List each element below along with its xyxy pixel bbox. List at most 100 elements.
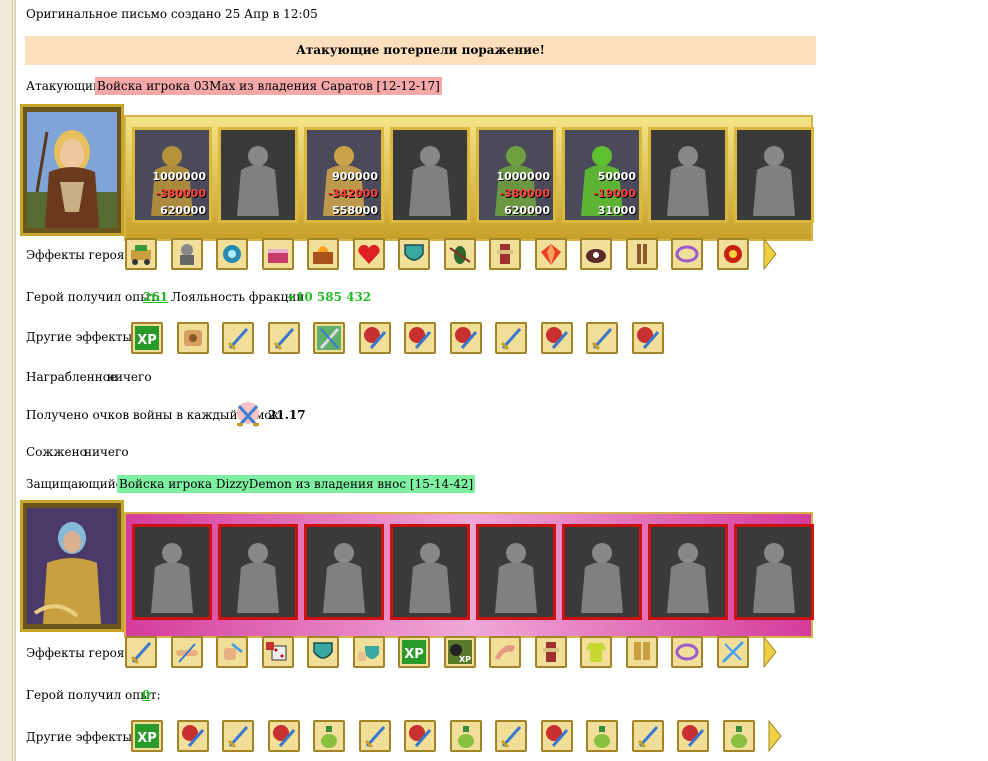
sword-icon[interactable] — [495, 322, 527, 354]
unit-dead-icon — [737, 130, 811, 220]
armor-icon[interactable] — [580, 636, 612, 668]
army-slot[interactable] — [390, 127, 470, 223]
sword-icon[interactable] — [267, 322, 300, 354]
mechanism-icon[interactable] — [216, 238, 248, 270]
attacker-xp-value[interactable]: 261 — [143, 290, 168, 304]
fire-ring-icon[interactable] — [716, 238, 749, 270]
sword-icon[interactable] — [586, 322, 618, 354]
unit-undead-icon — [307, 527, 381, 617]
attacker-hero-portrait[interactable] — [20, 104, 124, 236]
scroll-icon[interactable] — [176, 322, 209, 354]
fist-icon[interactable] — [540, 322, 573, 354]
army-slot[interactable] — [390, 524, 470, 620]
defender-army-panel — [124, 512, 814, 638]
hero-elf-archer-icon — [27, 112, 117, 228]
ring-icon[interactable] — [671, 238, 703, 270]
army-slot[interactable]: 1000000 -380000 620000 — [476, 127, 556, 223]
cart-icon[interactable] — [125, 238, 157, 270]
xp-icon[interactable]: XP — [398, 636, 430, 668]
totem-icon[interactable] — [534, 636, 567, 668]
hand-shield-icon[interactable] — [352, 636, 385, 668]
unit-losses: -342000 — [327, 187, 379, 200]
insect-icon[interactable] — [443, 238, 476, 270]
tower-icon[interactable] — [580, 238, 612, 270]
gem-icon[interactable] — [534, 238, 567, 270]
scroll-right-arrow-icon[interactable] — [763, 635, 777, 669]
xp-icon[interactable]: XP — [131, 720, 163, 752]
army-slot[interactable] — [734, 524, 814, 620]
sword-icon[interactable] — [495, 720, 527, 752]
unit-undead-icon — [737, 527, 811, 617]
svg-text:XP: XP — [404, 647, 424, 662]
army-slot[interactable] — [734, 127, 814, 223]
army-slot[interactable] — [218, 127, 298, 223]
sword-icon[interactable] — [222, 720, 254, 752]
potion-icon[interactable] — [722, 720, 755, 752]
fist-icon[interactable] — [176, 720, 209, 752]
heart-icon[interactable] — [352, 238, 385, 270]
scroll-right-arrow-icon[interactable] — [768, 719, 782, 753]
burned-value: ничего — [84, 445, 129, 459]
defender-hero-portrait[interactable] — [20, 500, 124, 632]
fire-chest-icon[interactable] — [307, 238, 339, 270]
sword-icon[interactable] — [125, 636, 157, 668]
boots-icon[interactable] — [625, 636, 658, 668]
dice-icon[interactable] — [261, 636, 294, 668]
unit-undead-icon — [479, 527, 553, 617]
defender-label: Защищающийся — [26, 477, 130, 491]
burned-label: Сожжено — [26, 445, 87, 459]
chest-icon[interactable] — [261, 238, 294, 270]
loyalty-label: Лояльность фракции — [171, 290, 305, 304]
fist-icon[interactable] — [631, 322, 664, 354]
army-slot[interactable]: 50000 -19000 31000 — [562, 127, 642, 223]
left-border-line — [14, 0, 16, 761]
army-slot[interactable]: 900000 -342000 558000 — [304, 127, 384, 223]
horn-icon[interactable] — [489, 636, 521, 668]
handshake-icon[interactable] — [170, 636, 203, 668]
attacker-name[interactable]: Войска игрока 03Max из владения Саратов … — [95, 77, 442, 95]
xp-icon[interactable]: XP — [131, 322, 163, 354]
loot-label: Награбленное — [26, 370, 118, 384]
totem-icon[interactable] — [489, 238, 521, 270]
unit-undead-icon — [135, 527, 209, 617]
fist-icon[interactable] — [404, 322, 436, 354]
army-slot[interactable] — [476, 524, 556, 620]
fist-icon[interactable] — [677, 720, 709, 752]
swords-icon[interactable] — [313, 322, 345, 354]
fist-icon[interactable] — [358, 322, 391, 354]
unit-undead-icon — [393, 527, 467, 617]
defender-xp-value[interactable]: 0 — [142, 688, 150, 702]
defender-xp-label: Герой получил опыт: — [26, 688, 161, 702]
potion-icon[interactable] — [313, 720, 345, 752]
figure-icon[interactable] — [625, 238, 658, 270]
ring-icon[interactable] — [671, 636, 703, 668]
defender-name[interactable]: Войска игрока DizzyDemon из владения вно… — [117, 475, 476, 493]
shield-icon[interactable] — [307, 636, 339, 668]
crossbow-icon[interactable] — [716, 636, 749, 668]
army-slot[interactable] — [132, 524, 212, 620]
army-slot[interactable] — [304, 524, 384, 620]
sword-icon[interactable] — [358, 720, 391, 752]
hand-icon[interactable] — [216, 636, 248, 668]
fist-icon[interactable] — [404, 720, 436, 752]
svg-text:XP: XP — [458, 655, 470, 664]
fist-icon[interactable] — [267, 720, 300, 752]
fist-icon[interactable] — [449, 322, 482, 354]
war-points-value: 21.17 — [268, 408, 306, 422]
xp-bug-icon[interactable]: XP — [443, 636, 476, 668]
shield-icon[interactable] — [398, 238, 430, 270]
scroll-right-arrow-icon[interactable] — [763, 237, 777, 271]
army-slot[interactable] — [648, 524, 728, 620]
army-slot[interactable]: 1000000 -380000 620000 — [132, 127, 212, 223]
golem-icon[interactable] — [170, 238, 203, 270]
svg-text:XP: XP — [137, 333, 157, 348]
potion-icon[interactable] — [449, 720, 482, 752]
sword-icon[interactable] — [222, 322, 254, 354]
army-slot[interactable] — [648, 127, 728, 223]
army-slot[interactable] — [218, 524, 298, 620]
army-slot[interactable] — [562, 524, 642, 620]
potion-icon[interactable] — [586, 720, 618, 752]
sword-icon[interactable] — [631, 720, 664, 752]
attacker-xp-label: Герой получил опыт: — [26, 290, 161, 304]
fist-icon[interactable] — [540, 720, 573, 752]
